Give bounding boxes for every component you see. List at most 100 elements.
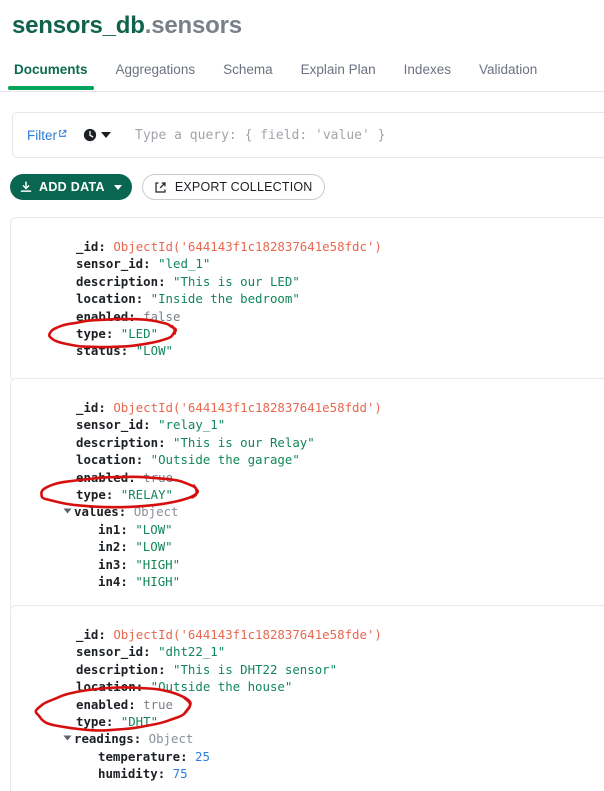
collection-tabs: Documents Aggregations Schema Explain Plan I… [0,60,604,92]
export-collection-button[interactable]: EXPORT COLLECTION [141,174,325,200]
field-value: "LOW" [135,343,173,359]
field-separator: : [120,574,136,590]
document-field-type: type: "RELAY" [76,486,604,503]
field-value: "LOW" [135,521,173,537]
field-value: false [143,308,181,324]
field-separator: : [118,504,134,520]
document-field-enabled: enabled: true [76,696,604,713]
field-separator: : [133,731,149,747]
expand-triangle-icon[interactable] [63,735,72,741]
mongodb-compass-documents-view: sensors_db.sensors Documents Aggregations… [0,0,604,791]
field-value: "HIGH" [135,574,181,590]
tab-explain-plan[interactable]: Explain Plan [287,60,390,90]
field-value: "Outside the garage" [150,452,300,468]
field-key: sensor_id [76,417,144,433]
field-separator: : [158,434,173,450]
field-separator: : [98,400,114,415]
chevron-down-icon [113,184,122,190]
field-key: status [76,343,121,359]
field-separator: : [128,308,144,324]
document-field-status: status: "LOW" [76,342,604,359]
document-field-in1: in1: "LOW" [76,521,604,538]
document-card[interactable]: _id: ObjectId('644143f1c182837641e58fde'… [10,605,604,791]
field-separator: : [135,291,151,307]
field-separator: : [143,417,159,433]
document-field-readings[interactable]: readings: Object [63,730,604,747]
document-field-_id: _id: ObjectId('644143f1c182837641e58fdd'… [76,399,604,416]
tab-label: Aggregations [115,62,196,77]
field-key: type [76,487,106,503]
tab-documents[interactable]: Documents [0,60,102,90]
document-field-values[interactable]: values: Object [63,503,604,520]
field-value: "This is our Relay" [172,434,315,450]
clock-icon [83,128,97,142]
field-value: "dht22_1" [158,644,226,660]
expand-triangle-icon[interactable] [63,508,72,514]
field-separator: : [135,679,151,695]
field-separator: : [128,469,144,485]
field-key: description [76,273,159,289]
query-bar[interactable]: Filter Type a query: { field: 'value' } [12,112,604,158]
database-name: sensors_db [12,12,145,39]
field-value: "Outside the house" [150,679,293,695]
download-icon [20,181,32,192]
field-value: "HIGH" [135,556,181,572]
tab-label: Documents [14,62,88,77]
tab-indexes[interactable]: Indexes [390,60,465,90]
field-value: "DHT" [120,714,159,730]
filter-label: Filter [27,127,57,143]
field-separator: : [98,627,114,642]
field-key: in3 [98,556,121,572]
field-key: readings [74,731,134,747]
tab-label: Explain Plan [300,62,376,77]
document-field-in3: in3: "HIGH" [76,556,604,573]
query-input[interactable]: Type a query: { field: 'value' } [135,128,385,143]
document-field-location: location: "Outside the garage" [76,451,604,468]
document-card[interactable]: _id: ObjectId('644143f1c182837641e58fdd'… [10,378,604,612]
document-field-_id: _id: ObjectId('644143f1c182837641e58fdc'… [76,238,604,255]
field-key: temperature [98,748,181,764]
document-field-type: type: "LED" [76,325,604,342]
field-value: "LOW" [135,539,173,555]
add-data-button[interactable]: ADD DATA [10,174,132,200]
tab-label: Validation [478,62,538,77]
field-separator: : [135,452,151,468]
field-key: sensor_id [76,256,144,272]
filter-link[interactable]: Filter [27,128,67,143]
field-separator: : [158,661,173,677]
document-field-humidity: humidity: 75 [76,765,604,782]
field-separator: : [120,539,136,555]
document-card[interactable]: _id: ObjectId('644143f1c182837641e58fdc'… [10,217,604,381]
field-key: _id [76,627,99,642]
document-field-description: description: "This is our Relay" [76,434,604,451]
field-value: "Inside the bedroom" [150,291,300,307]
field-separator: : [157,766,173,782]
field-key: humidity [98,766,158,782]
field-value: "LED" [120,326,159,342]
field-key: location [76,679,136,695]
field-separator: : [143,256,159,272]
field-value: Object [133,504,179,520]
tab-schema[interactable]: Schema [209,60,287,90]
field-separator: : [105,487,121,503]
document-field-location: location: "Outside the house" [76,678,604,695]
field-key: location [76,452,136,468]
field-key: _id [76,239,99,254]
field-value: "relay_1" [158,417,226,433]
chevron-down-icon [101,132,111,138]
field-value: 75 [172,766,188,782]
collection-toolbar: ADD DATA EXPORT COLLECTION [10,174,325,200]
field-separator: : [128,696,144,712]
document-fields: _id: ObjectId('644143f1c182837641e58fdd'… [11,379,604,610]
field-separator: : [105,326,121,342]
add-data-label: ADD DATA [39,180,105,194]
document-fields: _id: ObjectId('644143f1c182837641e58fde'… [11,606,604,791]
field-key: description [76,661,159,677]
external-link-icon [59,129,67,137]
field-key: description [76,434,159,450]
tab-validation[interactable]: Validation [465,60,551,90]
tab-aggregations[interactable]: Aggregations [102,60,210,90]
document-fields: _id: ObjectId('644143f1c182837641e58fdc'… [11,218,604,380]
query-history-button[interactable] [83,128,111,142]
document-field-enabled: enabled: true [76,469,604,486]
